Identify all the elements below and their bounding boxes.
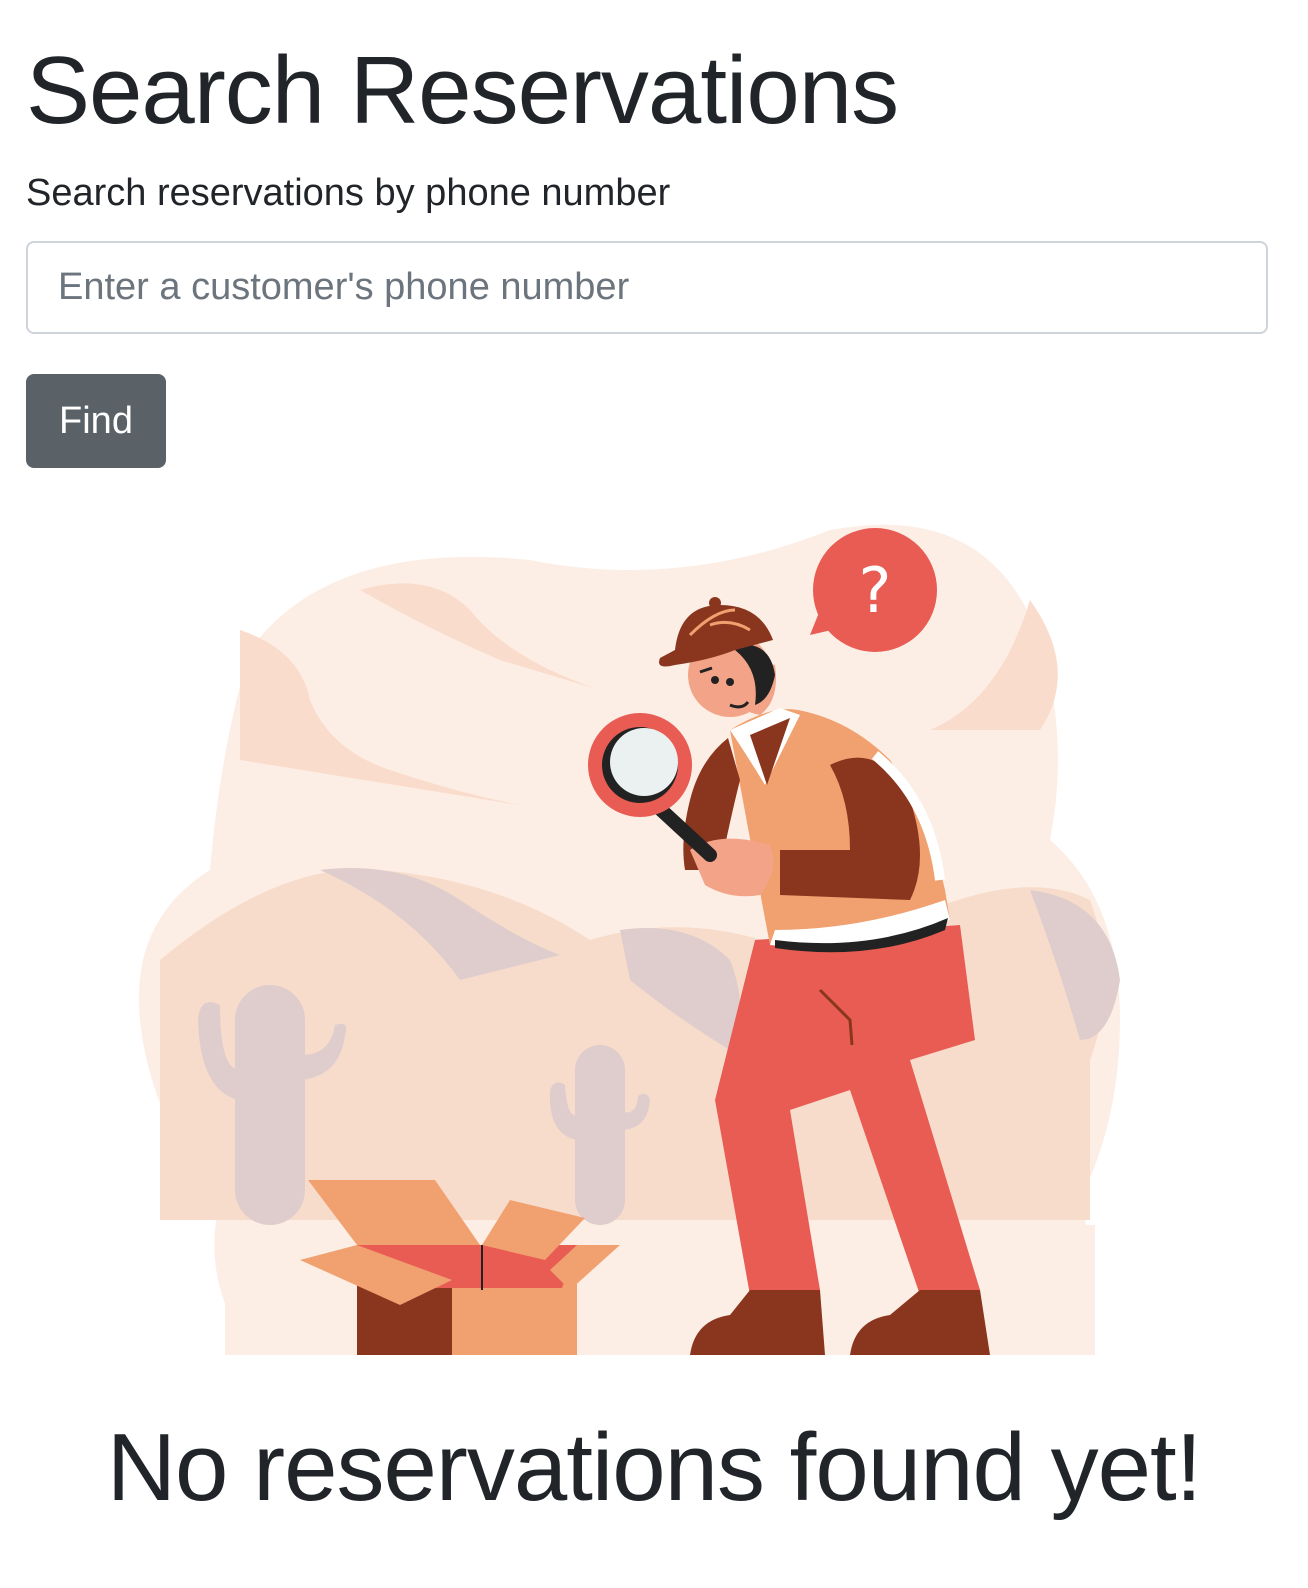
question-mark: ?: [859, 554, 892, 627]
page-title: Search Reservations: [26, 37, 899, 144]
desert-background: [138, 524, 1120, 1355]
phone-number-input[interactable]: [26, 241, 1268, 334]
find-button[interactable]: Find: [26, 374, 166, 468]
empty-results-message: No reservations found yet!: [106, 1414, 1203, 1521]
no-results-illustration: ?: [138, 524, 1120, 1355]
search-label: Search reservations by phone number: [26, 172, 671, 214]
